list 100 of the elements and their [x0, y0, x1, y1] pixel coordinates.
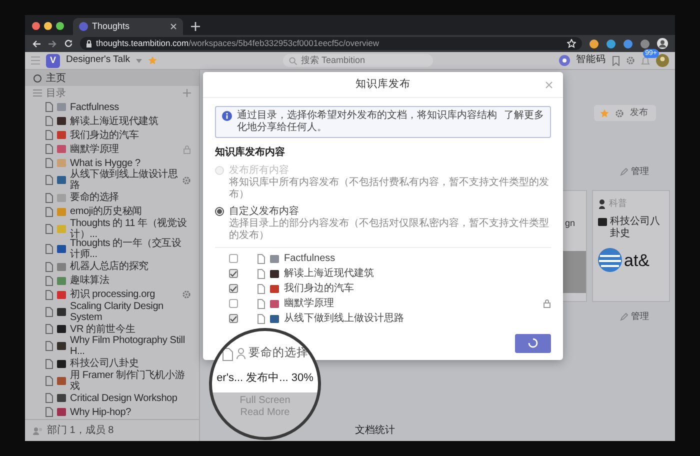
bookmark-icon[interactable]: [612, 56, 620, 66]
info-text: 通过目录，选择你希望对外发布的文档，将知识库内容结构化地分享给任何人。: [237, 110, 498, 134]
sidebar-item[interactable]: emoji的历史秘闻: [25, 204, 199, 218]
close-icon[interactable]: [170, 23, 177, 30]
bookmark-star-icon[interactable]: [567, 39, 576, 48]
option-description: 将知识库中所有内容发布（不包括付费私有内容，暂不支持文件类型的发布）: [229, 177, 550, 201]
new-tab-icon[interactable]: [191, 22, 200, 31]
progress-status: er's... 发布中... 30%: [216, 371, 314, 386]
document-icon: [45, 376, 53, 386]
check-icon: [230, 286, 237, 292]
search-icon: [288, 56, 297, 64]
author-avatar-icon: [598, 198, 606, 209]
shortcut-link[interactable]: 智能码: [576, 53, 606, 68]
sidebar-item[interactable]: Critical Design Workshop: [25, 391, 199, 405]
people-icon: [33, 426, 43, 434]
pencil-icon: [620, 312, 628, 321]
document-icon: [45, 175, 53, 186]
sidebar-item[interactable]: Thoughts 的一年（交互设计师...: [25, 239, 199, 260]
option-label: 发布所有内容: [229, 165, 290, 176]
workspace-name[interactable]: Designer's Talk: [66, 53, 130, 68]
document-card[interactable]: 科普 科技公司八卦史 at&: [592, 190, 670, 302]
star-icon[interactable]: [600, 108, 609, 118]
home-icon: [33, 74, 42, 82]
document-icon: [45, 244, 53, 254]
settings-icon[interactable]: [182, 176, 191, 185]
sidebar-item[interactable]: 科技公司八卦史: [25, 356, 199, 370]
workspace-logo: V: [46, 54, 60, 68]
favicon-icon: [79, 22, 88, 31]
section-heading: 文档统计: [355, 424, 395, 438]
lock-icon: [86, 40, 92, 48]
sidebar-item[interactable]: Factfulness: [25, 100, 199, 114]
check-icon: [230, 316, 237, 322]
settings-icon[interactable]: [626, 56, 635, 65]
sidebar-item[interactable]: What is Hygge ?: [25, 156, 199, 170]
user-avatar-icon[interactable]: [656, 54, 669, 67]
document-title: 从线下做到线上做设计思路: [284, 312, 405, 326]
star-icon[interactable]: [148, 56, 157, 65]
document-title: 幽默学原理: [284, 296, 335, 311]
add-icon[interactable]: [183, 89, 191, 97]
reload-icon[interactable]: [64, 39, 73, 48]
photo-placeholder: [563, 250, 586, 292]
sidebar-item[interactable]: 初识 processing.org: [25, 288, 199, 302]
sidebar-item[interactable]: Why Hip-hop?: [25, 405, 199, 419]
document-title: Factfulness: [284, 252, 336, 266]
checkbox[interactable]: [229, 314, 238, 323]
document-icon: [45, 358, 53, 368]
check-icon: [230, 270, 237, 276]
document-title: 我们身边的汽车: [284, 282, 355, 296]
settings-icon[interactable]: [182, 290, 191, 299]
settings-icon[interactable]: [615, 108, 624, 118]
sidebar-item[interactable]: 幽默学原理: [25, 142, 199, 156]
badge-circle-icon[interactable]: [558, 55, 570, 66]
section-heading: 知识库发布内容: [215, 145, 286, 160]
sidebar-item[interactable]: 要命的选择: [25, 190, 199, 204]
document-icon: [222, 348, 232, 360]
browser-tab[interactable]: Thoughts: [73, 18, 183, 35]
address-field[interactable]: thoughts.teambition.com/workspaces/5b4feb332953cf0001eecf5c/overview: [80, 37, 582, 50]
sidebar-item[interactable]: Why Film Photography Still H...: [25, 336, 199, 356]
sidebar-item[interactable]: 我们身边的汽车: [25, 128, 199, 142]
radio-button[interactable]: [215, 207, 224, 216]
forward-arrow-icon[interactable]: [48, 40, 57, 48]
sidebar-item[interactable]: 解读上海近现代建筑: [25, 114, 199, 128]
search-field[interactable]: 搜索 Teambition: [282, 54, 433, 67]
checkbox[interactable]: [229, 299, 238, 308]
sidebar-item[interactable]: 用 Framer 制作门飞机小游戏: [25, 370, 199, 391]
card-title: 科技公司八卦史: [610, 216, 661, 240]
sidebar-item[interactable]: 机器人总店的探究: [25, 260, 199, 274]
checkbox[interactable]: [229, 284, 238, 293]
checkbox[interactable]: [229, 269, 238, 278]
publish-link[interactable]: 发布: [630, 106, 648, 120]
pencil-icon: [620, 168, 628, 176]
dialog-title: 知识库发布: [356, 76, 410, 92]
caret-icon[interactable]: [136, 58, 142, 62]
publish-button[interactable]: [515, 334, 551, 352]
sidebar-item[interactable]: 主页: [25, 70, 199, 86]
person-icon: [236, 348, 246, 360]
learn-more-link[interactable]: 了解更多: [504, 110, 544, 122]
sidebar-item[interactable]: VR 的前世今生: [25, 322, 199, 336]
info-icon: [222, 111, 232, 121]
document-icon: [45, 306, 53, 317]
manage-link[interactable]: 管理: [631, 165, 649, 178]
document-icon: [45, 224, 53, 234]
sidebar-item[interactable]: 趣味算法: [25, 274, 199, 288]
document-icon: [45, 324, 53, 334]
checkbox[interactable]: [229, 254, 238, 263]
document-title: 解读上海近现代建筑: [284, 266, 375, 281]
section-heading: 目录: [46, 88, 67, 98]
sidebar-item[interactable]: Scaling Clarity Design System: [25, 302, 199, 322]
globe-logo-icon: [598, 248, 622, 272]
back-arrow-icon[interactable]: [32, 40, 41, 48]
manage-link[interactable]: 管理: [631, 310, 649, 324]
sidebar-item[interactable]: Thoughts 的 11 年（视觉设计）...: [25, 218, 199, 239]
sidebar-item[interactable]: 从线下做到线上做设计思路: [25, 170, 199, 190]
author-name: 科普: [609, 197, 627, 210]
document-icon: [45, 341, 53, 352]
profile-avatar-icon[interactable]: [657, 38, 668, 49]
cover-thumbnail: [598, 218, 607, 226]
list-icon: [33, 89, 42, 97]
document-card[interactable]: gn: [563, 190, 587, 302]
bell-icon[interactable]: [640, 56, 650, 66]
